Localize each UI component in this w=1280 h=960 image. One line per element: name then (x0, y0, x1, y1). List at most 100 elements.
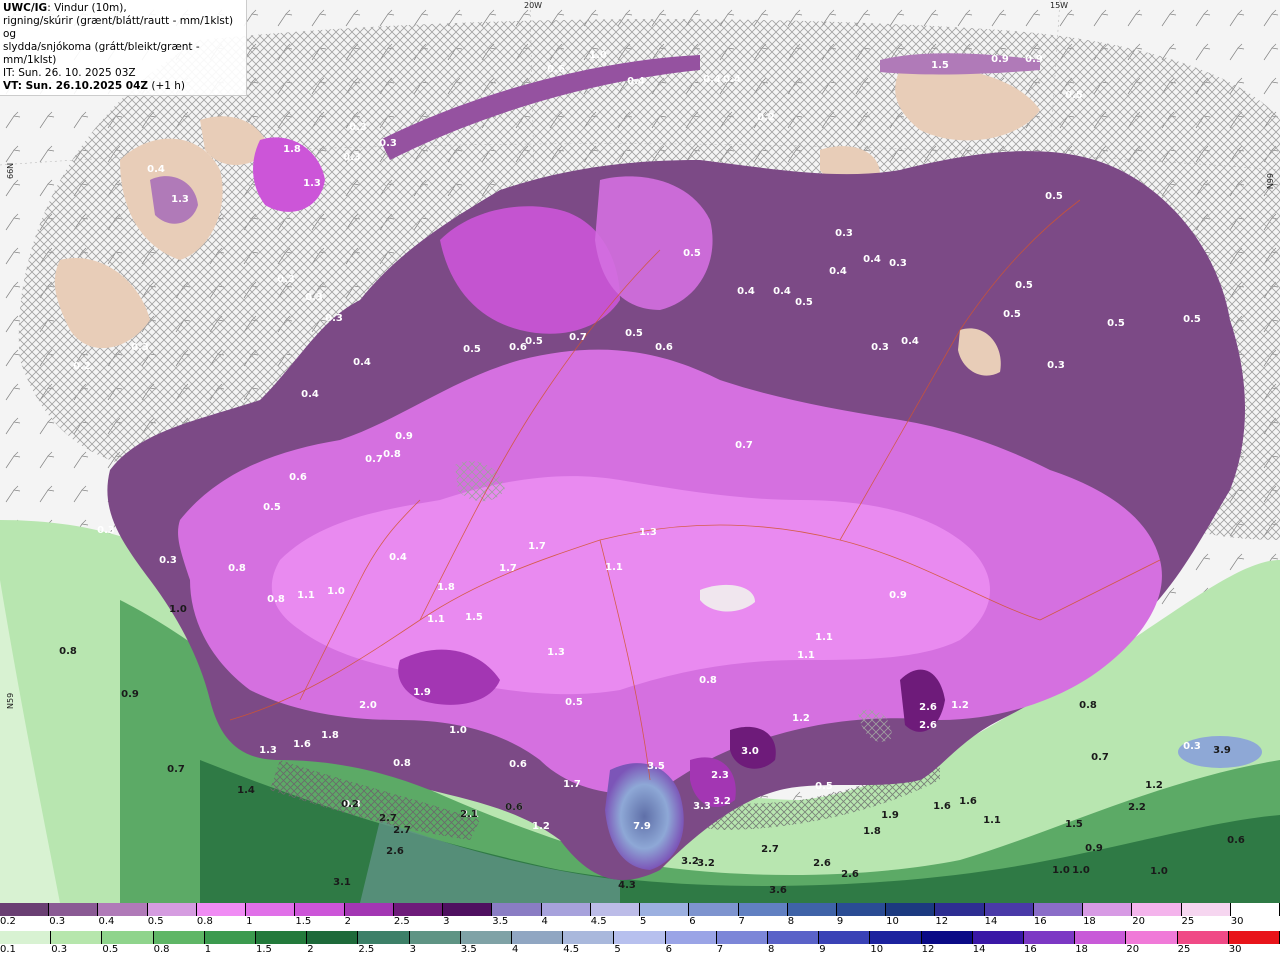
legend-swatch (98, 903, 148, 916)
precip-value-label: 0.8 (228, 563, 246, 574)
precip-value-label: 0.4 (737, 286, 755, 297)
legend-tick-label: 0.4 (98, 916, 115, 927)
precip-value-label: 0.3 (277, 274, 295, 285)
legend-swatch (1230, 903, 1280, 916)
precip-value-label: 1.9 (881, 810, 899, 821)
precip-value-label: 0.5 (1107, 318, 1125, 329)
forecast-offset: (+1 h) (148, 80, 186, 92)
legend-swatch (738, 903, 788, 916)
precip-value-label: 0.3 (889, 258, 907, 269)
precip-value-label: 2.6 (386, 846, 404, 857)
precip-value-label: 1.7 (499, 563, 517, 574)
legend-swatch (295, 903, 345, 916)
precip-value-label: 2.7 (393, 825, 411, 836)
legend-tick-label: 12 (935, 916, 949, 927)
legend-tick-label: 6 (689, 916, 696, 927)
precip-value-label: 3.1 (333, 877, 351, 888)
precip-value-label: 0.5 (1065, 90, 1083, 101)
legend-swatch (935, 903, 985, 916)
legend-tick-label: 3.5 (492, 916, 509, 927)
precipitation-map: 20W 15W 66N 66N N59 1.00.60.4 0.4 0.40.21.… (0, 0, 1280, 903)
precip-value-label: 1.5 (465, 612, 483, 623)
precip-value-label: 0.9 (889, 590, 907, 601)
precip-value-label: 1.1 (797, 650, 815, 661)
legend-swatch (344, 903, 394, 916)
precip-value-label: 2.0 (359, 700, 377, 711)
precip-value-label: 2.6 (841, 869, 859, 880)
legend-swatch (0, 931, 52, 944)
legend-tick-label: 20 (1132, 916, 1146, 927)
precip-value-label: 0.5 (565, 697, 583, 708)
info-line-1: : Vindur (10m), (47, 2, 127, 14)
precip-value-label: 0.7 (365, 454, 383, 465)
lat-label-66n-left: 66N (6, 163, 15, 179)
map-info-box: UWC/IG: Vindur (10m), rigning/skúrir (gr… (0, 0, 247, 96)
legend-tick-label: 4 (541, 916, 548, 927)
legend-swatch (1083, 903, 1133, 916)
precip-value-label: 0.4 (829, 266, 847, 277)
legend-swatch (1228, 931, 1280, 944)
legend-swatch (614, 931, 666, 944)
legend-swatch (1177, 931, 1229, 944)
precip-value-label: 2.7 (379, 813, 397, 824)
precip-value-label: 4.3 (618, 880, 636, 891)
precip-value-label: 1.1 (983, 815, 1001, 826)
info-line-3: slydda/snjókoma (grátt/bleikt/grænt - mm… (3, 41, 200, 66)
legend-swatch (563, 931, 615, 944)
precip-value-label: 1.1 (427, 614, 445, 625)
precip-value-label: 0.3 (159, 555, 177, 566)
legend-swatch (640, 903, 690, 916)
legend-swatch (1132, 903, 1182, 916)
precip-value-label: 0.3 (379, 138, 397, 149)
legend-tick-label: 0.8 (153, 944, 170, 955)
legend-tick-label: 30 (1228, 944, 1242, 955)
legend-tick-label: 25 (1181, 916, 1195, 927)
legend-tick-label: 1 (246, 916, 253, 927)
precip-value-label: 0.8 (383, 449, 401, 460)
lon-label-20w: 20W (524, 1, 542, 10)
legend-tick-label: 10 (886, 916, 899, 927)
legend-swatch (393, 903, 444, 916)
legend-swatch (819, 931, 871, 944)
precip-value-label: 1.8 (863, 826, 881, 837)
legend-tick-label: 14 (972, 944, 986, 955)
precip-value-label: 0.5 (525, 336, 543, 347)
legend-tick-label: 3.5 (460, 944, 477, 955)
precip-value-label: 0.3 (1183, 741, 1201, 752)
precip-value-label: 0.5 (625, 328, 643, 339)
precip-value-label: 2.3 (711, 770, 729, 781)
precip-value-label: 0.3 (325, 313, 343, 324)
precip-value-label: 1.5 (931, 60, 949, 71)
precip-value-label: 0.4 (627, 76, 645, 87)
precip-value-label: 0.7 (1091, 752, 1109, 763)
precip-value-label: 0.4 (773, 286, 791, 297)
legend-tick-label: 1 (204, 944, 212, 955)
precip-value-label: 1.2 (1145, 780, 1163, 791)
legend-swatch (1024, 931, 1076, 944)
legend-swatch (512, 931, 564, 944)
precip-value-label: 3.2 (713, 796, 731, 807)
legend-swatch (460, 931, 513, 944)
lat-label-65n-left: N59 (6, 693, 15, 709)
precip-value-label: 3.5 (647, 761, 665, 772)
legend-tick-label: 8 (768, 944, 775, 955)
precip-value-label: 0.5 (795, 297, 813, 308)
precip-value-label: 1.3 (259, 745, 277, 756)
precip-value-label: 1.0 (327, 586, 345, 597)
precip-value-label: 0.4 (863, 254, 881, 265)
precip-value-label: 0.3 (131, 342, 149, 353)
snow-legend-bar (0, 903, 1280, 916)
precip-value-label: 7.9 (633, 821, 651, 832)
legend-swatch (689, 903, 739, 916)
precip-value-label: 2.6 (919, 720, 937, 731)
legend-swatch (541, 903, 591, 916)
precip-value-label: 0.3 (349, 122, 367, 133)
precip-value-label: 0.4 (723, 74, 741, 85)
precip-value-label: 0.3 (835, 228, 853, 239)
init-time: IT: Sun. 26. 10. 2025 03Z (3, 67, 136, 79)
precip-value-label: 0.7 (167, 764, 185, 775)
legend-swatch (1181, 903, 1231, 916)
legend-swatch (665, 931, 717, 944)
legend-swatch (886, 903, 936, 916)
legend-tick-label: 18 (1083, 916, 1096, 927)
